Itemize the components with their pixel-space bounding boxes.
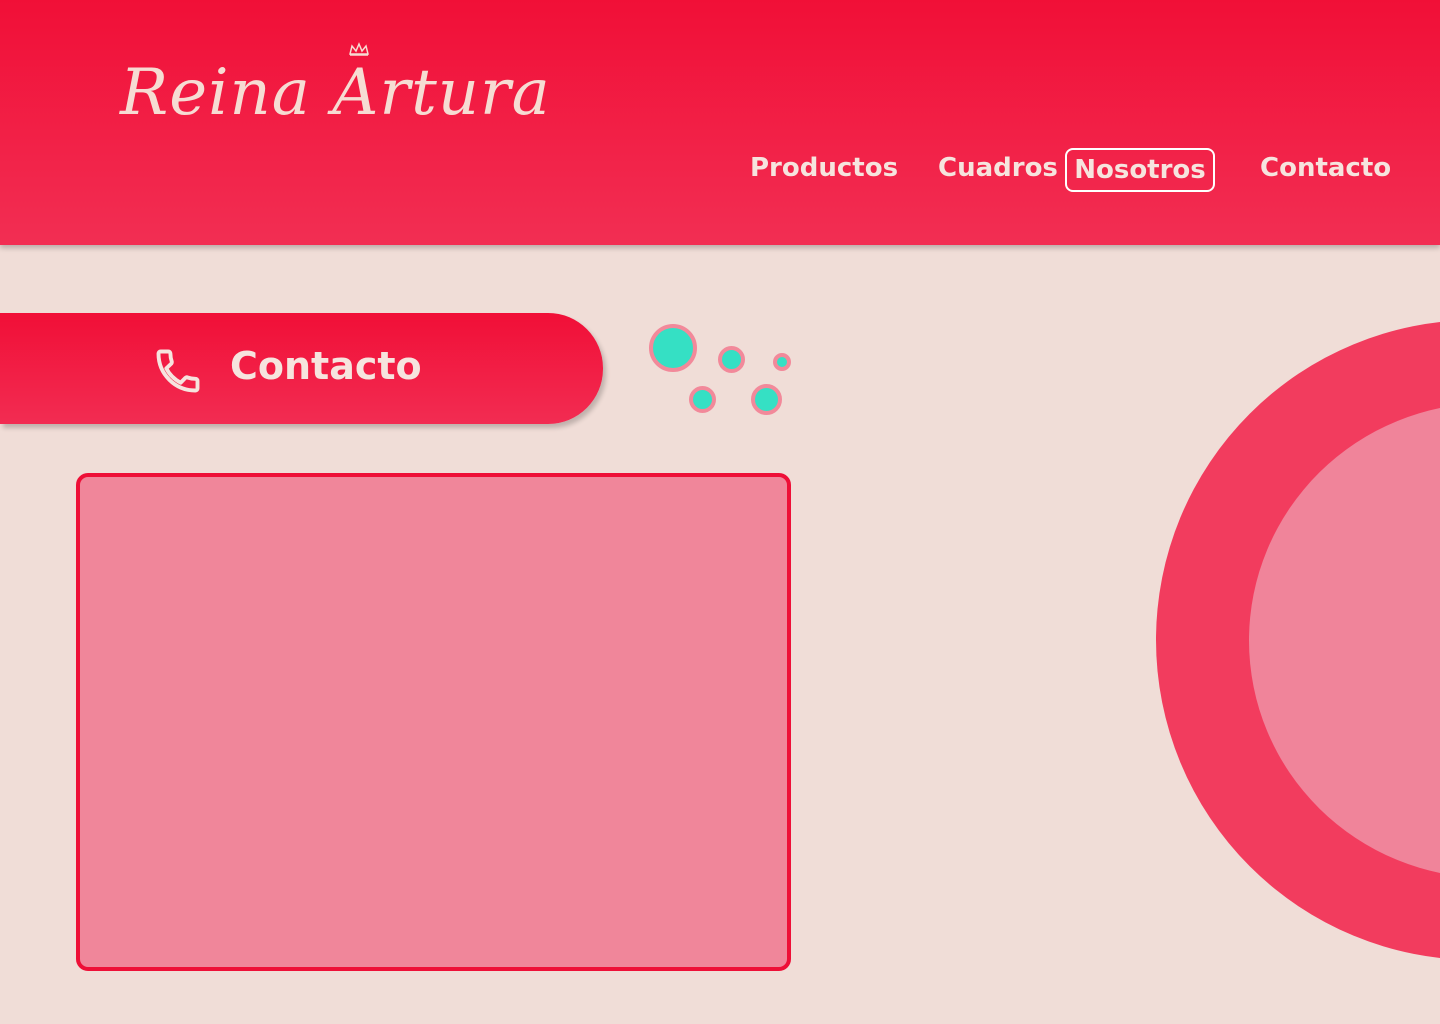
decorative-dot xyxy=(689,386,716,413)
nav-item-cuadros[interactable]: Cuadros xyxy=(938,148,1058,192)
nav-item-contacto[interactable]: Contacto xyxy=(1260,148,1391,192)
brand-logo[interactable]: Reina Artura xyxy=(120,38,550,148)
decorative-dot xyxy=(751,384,782,415)
content-panel xyxy=(76,473,791,971)
page: Reina Artura Productos Cuadros Nosotros … xyxy=(0,0,1440,1024)
decorative-dot xyxy=(649,324,697,372)
contact-section-header: Contacto xyxy=(0,313,603,424)
nav-item-nosotros[interactable]: Nosotros xyxy=(1065,148,1215,192)
phone-icon xyxy=(156,349,200,393)
nav-item-productos[interactable]: Productos xyxy=(750,148,898,192)
decorative-dot xyxy=(773,353,791,371)
decorative-dot xyxy=(718,346,745,373)
main-nav: Productos Cuadros Nosotros Contacto xyxy=(0,148,1440,192)
site-header: Reina Artura Productos Cuadros Nosotros … xyxy=(0,0,1440,245)
section-title: Contacto xyxy=(230,344,422,388)
brand-name: Reina Artura xyxy=(120,56,551,130)
